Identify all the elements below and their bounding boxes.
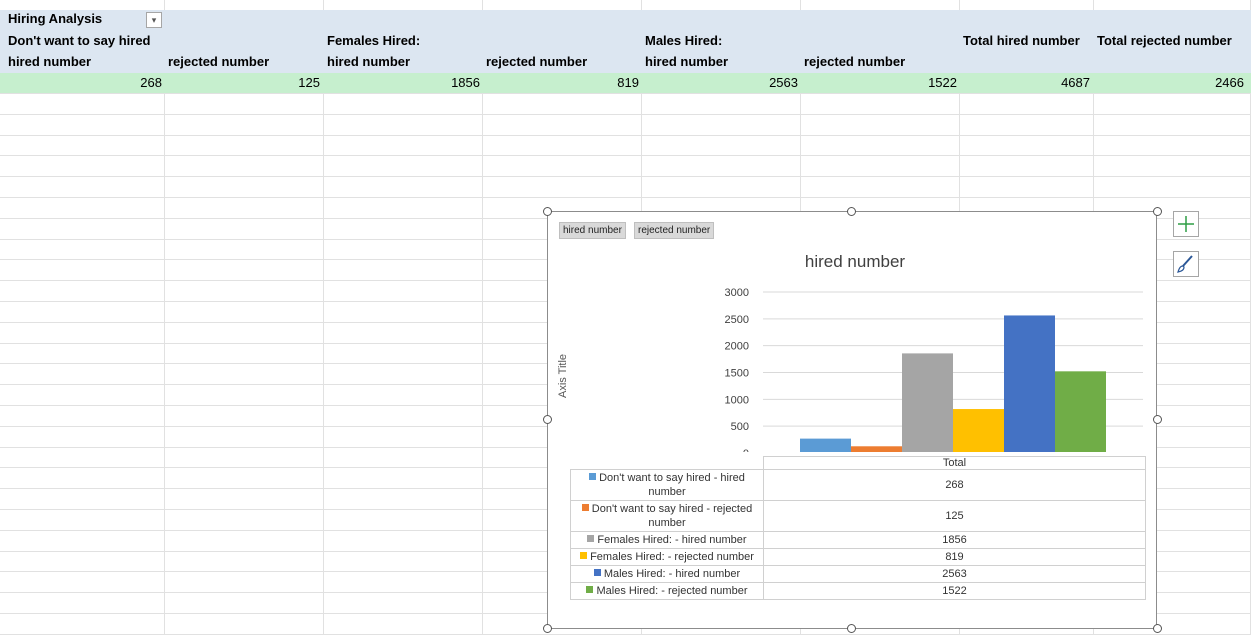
series-value: 1522 (763, 582, 1146, 600)
legend-key-icon (589, 473, 597, 480)
legend-key-icon (580, 552, 588, 559)
chart-data-table: Total Don't want to say hired - hired nu… (570, 456, 1146, 600)
bar-series-2[interactable] (851, 446, 902, 452)
group-header-males: Males Hired: (645, 33, 723, 48)
legend-row-label: Males Hired: - hired number (570, 565, 764, 583)
resize-handle-w[interactable] (543, 415, 552, 424)
gridline (0, 135, 1251, 136)
series-value: 819 (763, 548, 1146, 566)
legend-row-label: Females Hired: - rejected number (570, 548, 764, 566)
col-header: hired number (645, 54, 729, 69)
gridline (0, 176, 1251, 177)
col-header: hired number (8, 54, 92, 69)
chart-styles-brush-icon[interactable] (1173, 251, 1199, 277)
gridline (0, 114, 1251, 115)
legend-key-icon (586, 586, 594, 593)
y-tick-label: 2500 (725, 314, 749, 326)
pivot-chart[interactable]: hired number rejected number hired numbe… (547, 211, 1157, 629)
col-header-total-rejected: Total rejected number (1097, 33, 1232, 48)
sheet-title: Hiring Analysis (8, 11, 103, 26)
gridline (0, 93, 1251, 94)
legend-key-icon (587, 535, 595, 542)
gridline (0, 197, 1251, 198)
value-cell[interactable]: 1856 (324, 73, 480, 93)
chart-elements-plus-icon[interactable] (1173, 211, 1199, 237)
group-header-dont-want: Don't want to say hired (8, 33, 151, 48)
col-header: rejected number (168, 54, 270, 69)
col-header: hired number (327, 54, 411, 69)
resize-handle-se[interactable] (1153, 624, 1162, 633)
col-header-total-hired: Total hired number (963, 33, 1080, 48)
resize-handle-n[interactable] (847, 207, 856, 216)
legend-key-icon (593, 569, 601, 576)
value-cell[interactable]: 2563 (642, 73, 798, 93)
bar-series-5[interactable] (1004, 315, 1055, 452)
legend-row-label: Don't want to say hired - hired number (570, 469, 764, 501)
gridline (323, 0, 324, 634)
legend-row-label: Don't want to say hired - rejected numbe… (570, 500, 764, 532)
value-cell[interactable]: 4687 (960, 73, 1090, 93)
value-cell[interactable]: 268 (0, 73, 162, 93)
resize-handle-ne[interactable] (1153, 207, 1162, 216)
gridline (482, 0, 483, 634)
chart-plot-area[interactable]: 0 500 1000 1500 2000 2500 3000 (548, 212, 1158, 452)
series-value: 2563 (763, 565, 1146, 583)
value-cell[interactable]: 1522 (801, 73, 957, 93)
resize-handle-s[interactable] (847, 624, 856, 633)
bar-series-6[interactable] (1055, 371, 1106, 452)
bar-series-1[interactable] (800, 438, 851, 452)
col-header: rejected number (486, 54, 588, 69)
y-tick-label: 1000 (725, 394, 749, 406)
table-corner (570, 456, 764, 470)
y-tick-label: 1500 (725, 368, 749, 380)
y-tick-label: 500 (731, 421, 749, 433)
series-value: 1856 (763, 531, 1146, 549)
resize-handle-e[interactable] (1153, 415, 1162, 424)
legend-key-icon (581, 504, 589, 511)
resize-handle-sw[interactable] (543, 624, 552, 633)
resize-handle-nw[interactable] (543, 207, 552, 216)
series-value: 268 (763, 469, 1146, 501)
gridline (0, 155, 1251, 156)
y-tick-label: 2000 (725, 341, 749, 353)
value-cell[interactable]: 819 (483, 73, 639, 93)
y-tick-label: 0 (743, 448, 749, 452)
legend-row-label: Females Hired: - hired number (570, 531, 764, 549)
value-cell[interactable]: 125 (165, 73, 320, 93)
series-value: 125 (763, 500, 1146, 532)
bar-series-4[interactable] (953, 409, 1004, 452)
col-header: rejected number (804, 54, 906, 69)
bar-series-3[interactable] (902, 353, 953, 452)
dropdown-filter-icon[interactable]: ▾ (146, 12, 162, 28)
y-tick-label: 3000 (725, 287, 749, 299)
category-label: Total (763, 456, 1146, 470)
legend-row-label: Males Hired: - rejected number (570, 582, 764, 600)
group-header-females: Females Hired: (327, 33, 421, 48)
value-cell[interactable]: 2466 (1094, 73, 1244, 93)
gridline (164, 0, 165, 634)
